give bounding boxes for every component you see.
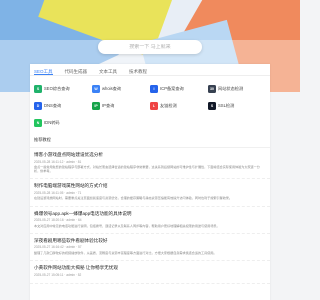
article-meta: 2025-05-27 18:20:16 · admin · 64 [34, 218, 82, 223]
tool-seo[interactable]: S SEO综合查询 [34, 84, 92, 93]
tool-grid: S SEO综合查询 W whois查询 I ICP备案查询 30 网站状态检测 … [30, 76, 270, 127]
article-item[interactable]: 制作电脑端游戏属性网站的方式介绍 2025-05-28 16:11:05 · a… [30, 179, 270, 207]
tool-label: SSL检测 [218, 102, 235, 108]
tool-label: DNS查询 [44, 102, 62, 108]
tool-label: 网站状态检测 [218, 85, 244, 91]
tool-label: IDN转码 [44, 119, 60, 125]
category-tabs: SEO工具 代码生成器 文本工具 技术教程 [30, 64, 270, 76]
icp-icon: I [150, 84, 158, 93]
tool-ip[interactable]: IP IP查询 [92, 101, 150, 110]
article-meta: 2025-05-28 16:11:12 · admin · 81 [34, 159, 82, 164]
tool-ssl[interactable]: S SSL检测 [208, 101, 266, 110]
section-title: 推荐教程 [30, 127, 270, 148]
content-card: SEO工具 代码生成器 文本工具 技术教程 S SEO综合查询 W whois查… [30, 64, 270, 300]
tool-whois[interactable]: W whois查询 [92, 84, 150, 93]
tool-idn[interactable]: N IDN转码 [34, 118, 92, 127]
tool-status[interactable]: 30 网站状态检测 [208, 84, 266, 93]
dns-icon: D [34, 101, 42, 110]
tool-label: 友链检测 [160, 102, 177, 108]
tool-icp[interactable]: I ICP备案查询 [150, 84, 208, 93]
article-item[interactable]: 蜂爆领号app.apk—蜂爆app电话功能的具体说明 2025-05-27 18… [30, 207, 270, 234]
article-item[interactable]: 小黄软件网站功能大揭秘 让你畅享无忧观 2025-05-27 15:05:11 … [30, 261, 270, 285]
idn-icon: N [34, 118, 42, 127]
seo-icon: S [34, 84, 42, 93]
tool-label: SEO综合查询 [44, 85, 70, 91]
tool-label: ICP备案查询 [160, 85, 184, 91]
search-input[interactable] [104, 44, 196, 50]
whois-icon: W [92, 84, 100, 93]
tool-link-check[interactable]: L 友链检测 [150, 101, 208, 110]
tool-label: whois查询 [102, 85, 122, 91]
article-excerpt: 盘点一些常用免费的建站程序与部署方式，对站长而言选择合适的建站程序非常重要，这关… [34, 165, 260, 174]
article-title[interactable]: 制作电脑端游戏属性网站的方式介绍 [34, 183, 266, 189]
article-excerpt: 本文对应用中常见的电话功能进行说明，包括拨号、通话记录以及联系人同步等内容，帮助… [34, 223, 220, 228]
link-icon: L [150, 101, 158, 110]
article-meta: 2025-05-27 16:16:42 · admin · 57 [34, 245, 82, 250]
tab-seo[interactable]: SEO工具 [34, 68, 53, 75]
tab-code-generator[interactable]: 代码生成器 [65, 68, 88, 75]
search-box[interactable] [98, 40, 202, 54]
tab-tutorials[interactable]: 技术教程 [129, 68, 147, 75]
ip-icon: IP [92, 101, 100, 110]
ssl-icon: S [208, 101, 216, 110]
article-title[interactable]: 博客小游戏盘点网站建设优选分析 [34, 152, 266, 158]
article-title[interactable]: 小黄软件网站功能大揭秘 让你畅享无忧观 [34, 265, 266, 271]
article-meta: 2025-05-28 16:11:05 · admin · 71 [34, 190, 82, 195]
article-meta: 2025-05-27 15:05:11 · admin · 52 [34, 272, 82, 277]
article-title[interactable]: 深夜看剧用哪些软件看剧体验比较好 [34, 238, 266, 244]
article-item[interactable]: 深夜看剧用哪些软件看剧体验比较好 2025-05-27 16:16:42 · a… [30, 234, 270, 262]
tool-label: IP查询 [102, 102, 115, 108]
article-excerpt: 整理了几款口碑较好的视频播放软件，从画质、流畅度与资源丰富程度等方面进行对比，方… [34, 250, 217, 255]
article-title[interactable]: 蜂爆领号app.apk—蜂爆app电话功能的具体说明 [34, 211, 266, 217]
article-item[interactable]: 博客小游戏盘点网站建设优选分析 2025-05-28 16:11:12 · ad… [30, 148, 270, 180]
status-icon: 30 [208, 84, 216, 93]
article-excerpt: 在建设游戏类网站时，需要重点关注页面加载速度与资源优化，合理的缓存策略与静态资源… [34, 196, 232, 201]
tab-text-tools[interactable]: 文本工具 [99, 68, 117, 75]
tool-dns[interactable]: D DNS查询 [34, 101, 92, 110]
